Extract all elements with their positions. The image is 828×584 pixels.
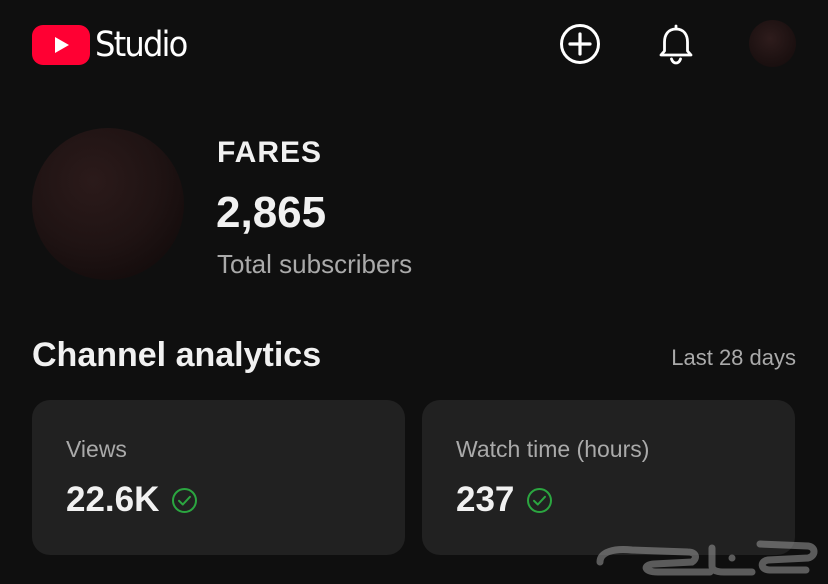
haraj-watermark bbox=[596, 540, 818, 576]
youtube-play-icon bbox=[32, 25, 90, 65]
card-label: Watch time (hours) bbox=[456, 436, 650, 462]
logo-text: Studio bbox=[95, 25, 188, 65]
card-label: Views bbox=[66, 436, 127, 462]
subscriber-label: Total subscribers bbox=[217, 249, 413, 279]
channel-name: FARES bbox=[217, 136, 323, 169]
check-circle-icon bbox=[172, 487, 198, 513]
studio-logo[interactable]: Studio bbox=[32, 24, 194, 66]
analytics-title: Channel analytics bbox=[32, 336, 322, 374]
top-app-bar: Studio bbox=[0, 0, 828, 90]
create-button[interactable] bbox=[556, 20, 604, 68]
card-value-row: 22.6K bbox=[66, 480, 198, 520]
account-avatar[interactable] bbox=[749, 20, 796, 67]
card-value-row: 237 bbox=[456, 480, 553, 520]
notifications-button[interactable] bbox=[652, 20, 700, 68]
views-card[interactable]: Views 22.6K bbox=[32, 400, 405, 555]
subscriber-count: 2,865 bbox=[216, 188, 327, 237]
period-selector[interactable]: Last 28 days bbox=[671, 345, 796, 371]
bell-icon bbox=[659, 24, 693, 65]
card-value: 237 bbox=[456, 480, 515, 519]
card-value: 22.6K bbox=[66, 480, 160, 519]
create-plus-icon bbox=[560, 24, 600, 64]
check-circle-icon bbox=[527, 487, 553, 513]
channel-avatar bbox=[32, 128, 184, 280]
